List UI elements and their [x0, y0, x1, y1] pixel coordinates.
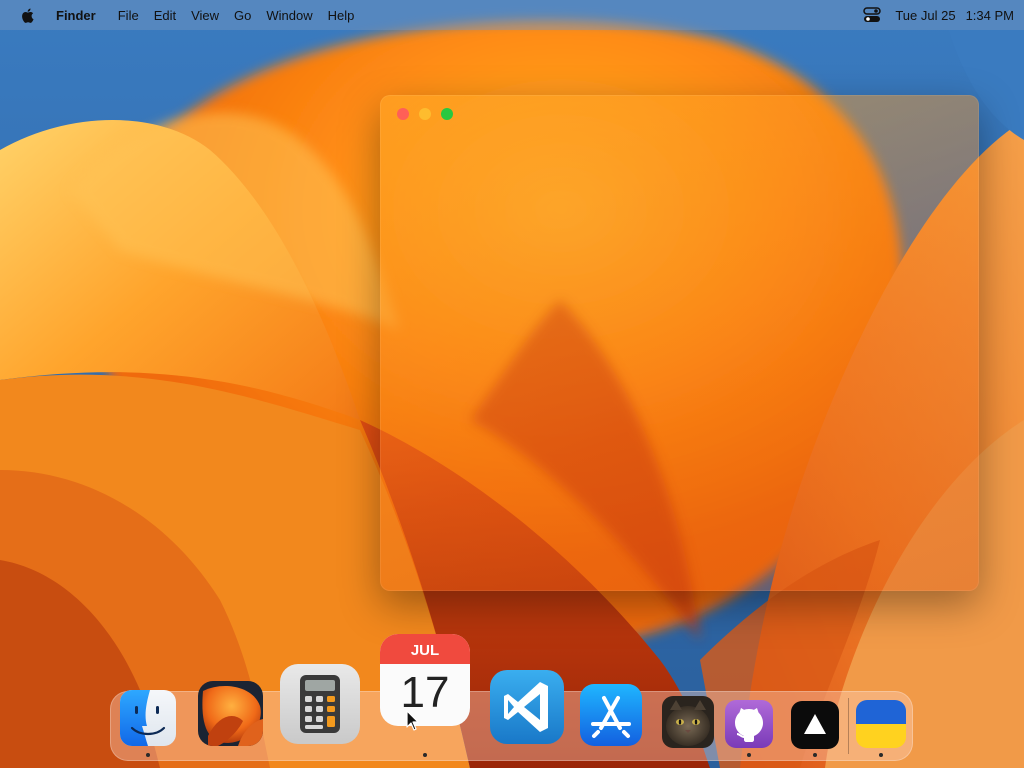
- menu-edit[interactable]: Edit: [154, 8, 176, 23]
- finder-icon[interactable]: [120, 690, 176, 751]
- menu-bar-date[interactable]: Tue Jul 25: [895, 8, 955, 23]
- menu-bar: Finder File Edit View Go Window Help Tue…: [0, 0, 1024, 30]
- vscode-icon[interactable]: [490, 670, 564, 749]
- calendar-running-indicator: [423, 753, 427, 757]
- menu-view[interactable]: View: [191, 8, 219, 23]
- calendar-icon[interactable]: JUL 17: [380, 634, 470, 731]
- calculator-icon[interactable]: [280, 664, 360, 749]
- vercel-icon[interactable]: [791, 701, 839, 754]
- apple-logo-icon[interactable]: [20, 6, 36, 24]
- empty-translucent-window[interactable]: [380, 95, 979, 591]
- wallpaper-app-icon[interactable]: [198, 681, 263, 751]
- ukraine-flag-running-indicator: [879, 753, 883, 757]
- ukraine-flag-icon[interactable]: [856, 700, 906, 753]
- menu-go[interactable]: Go: [234, 8, 251, 23]
- control-center-icon[interactable]: [863, 7, 882, 23]
- menu-file[interactable]: File: [118, 8, 139, 23]
- menu-bar-time[interactable]: 1:34 PM: [966, 8, 1014, 23]
- finder-running-indicator: [146, 753, 150, 757]
- dock-separator: [848, 698, 849, 754]
- github-running-indicator: [747, 753, 751, 757]
- window-minimize-button[interactable]: [419, 108, 431, 120]
- app-store-icon[interactable]: [580, 684, 642, 751]
- github-icon[interactable]: [725, 700, 773, 753]
- window-traffic-lights: [397, 108, 453, 120]
- menu-help[interactable]: Help: [328, 8, 355, 23]
- calendar-icon-month: JUL: [411, 642, 439, 659]
- window-close-button[interactable]: [397, 108, 409, 120]
- cat-photo-icon[interactable]: [662, 696, 714, 753]
- active-app-name[interactable]: Finder: [56, 8, 96, 23]
- menu-bar-status-area: Tue Jul 25 1:34 PM: [863, 7, 1014, 23]
- vercel-running-indicator: [813, 753, 817, 757]
- menu-window[interactable]: Window: [266, 8, 312, 23]
- window-zoom-button[interactable]: [441, 108, 453, 120]
- mouse-pointer-icon: [406, 710, 419, 731]
